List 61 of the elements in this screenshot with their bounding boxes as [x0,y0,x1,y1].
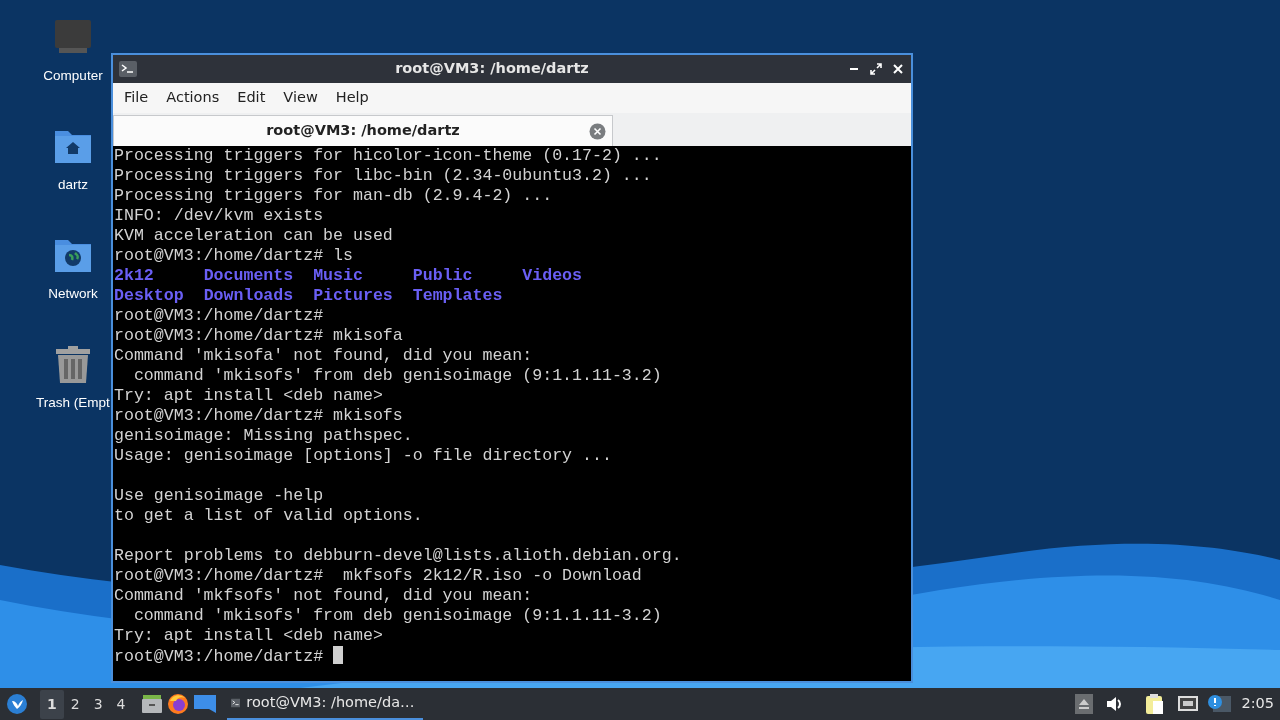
terminal-line: Command 'mkisofa' not found, did you mean: [114,346,533,365]
terminal-line: Try: apt install <deb name> [114,386,383,405]
close-tab-icon[interactable] [589,123,606,140]
icon-label[interactable]: dartz [58,175,88,196]
maximize-icon[interactable] [869,62,883,76]
terminal-line: genisoimage: Missing pathspec. [114,426,413,445]
directory-name: Pictures [313,286,393,306]
directory-name: Music [313,266,363,286]
terminal-line: Use genisoimage -help [114,486,324,505]
workspace-button[interactable]: 3 [86,689,110,719]
workspace-button[interactable]: 1 [40,689,64,719]
workspace-button[interactable]: 2 [63,689,87,719]
menu-item[interactable]: File [115,87,158,109]
terminal-icon[interactable] [119,61,137,77]
terminal-line: root@VM3:/home/dartz# [114,306,324,325]
terminal-line: Processing triggers for libc-bin (2.34-0ubuntu3.2) ... [114,166,652,185]
terminal-tab[interactable]: root@VM3: /home/dartz [113,115,613,146]
notification-icon[interactable] [1207,694,1232,714]
directory-name: 2k12 [114,266,154,286]
terminal-line: INFO: /dev/kvm exists [114,206,324,225]
terminal-line: Usage: genisoimage [options] -o file directory ... [114,446,612,465]
icon-label[interactable]: Network [48,284,98,305]
terminal-line: command 'mkisofs' from deb genisoimage (9:1.1.11-3.2) [132,366,662,385]
network-icon[interactable] [1177,695,1200,713]
terminal-line: root@VM3:/home/dartz# mkfsofs 2k12/R.iso -o Download [114,566,642,585]
trash-icon[interactable] [53,345,93,385]
terminal-line: Processing triggers for hicolor-icon-theme (0.17-2) ... [114,146,662,165]
directory-name: Videos [522,266,582,286]
menu-item[interactable]: Help [326,87,378,109]
terminal-line: to get a list of valid options. [114,506,423,525]
terminal-line: root@VM3:/home/dartz# [114,647,325,666]
start-menu-icon[interactable] [6,693,28,715]
terminal-line: root@VM3:/home/dartz# ls [114,246,353,265]
menu-item[interactable]: View [274,87,327,109]
clipboard-icon[interactable] [1145,693,1166,715]
terminal-line: root@VM3:/home/dartz# mkisofs [114,406,403,425]
directory-name: Downloads [203,286,294,306]
window-title: root@VM3: /home/dartz [394,59,590,79]
terminal-line: Try: apt install <deb name> [114,626,383,645]
show-desktop-icon[interactable] [192,694,217,714]
workspace-button[interactable]: 4 [109,689,133,719]
icon-label[interactable]: Trash (Empt [36,393,110,414]
directory-name: Public [412,266,473,286]
terminal-line: command 'mkisofs' from deb genisoimage (9:1.1.11-3.2) [132,606,662,625]
taskbar-task[interactable]: root@VM3: /home/da… [226,688,423,720]
browser-icon[interactable] [166,693,189,715]
directory-name: Desktop [114,286,184,306]
directory-name: Templates [412,286,503,306]
terminal-line: Command 'mkfsofs' not found, did you mean: [114,586,533,605]
directory-name: Documents [203,266,294,286]
terminal-line: Report problems to debburn-devel@lists.alioth.debian.org. [114,546,682,565]
terminal-line: Processing triggers for man-db (2.9.4-2) ... [114,186,553,205]
menu-item[interactable]: Edit [228,87,275,109]
file-cabinet-icon[interactable] [140,694,163,714]
icon-label[interactable]: Computer [43,66,103,87]
terminal-line: KVM acceleration can be used [114,226,393,245]
eject-icon[interactable] [1075,694,1094,714]
clock[interactable]: 2:05 [1241,693,1274,715]
close-icon[interactable] [891,62,905,76]
terminal-line: root@VM3:/home/dartz# mkisofa [114,326,403,345]
menu-item[interactable]: Actions [157,87,229,109]
